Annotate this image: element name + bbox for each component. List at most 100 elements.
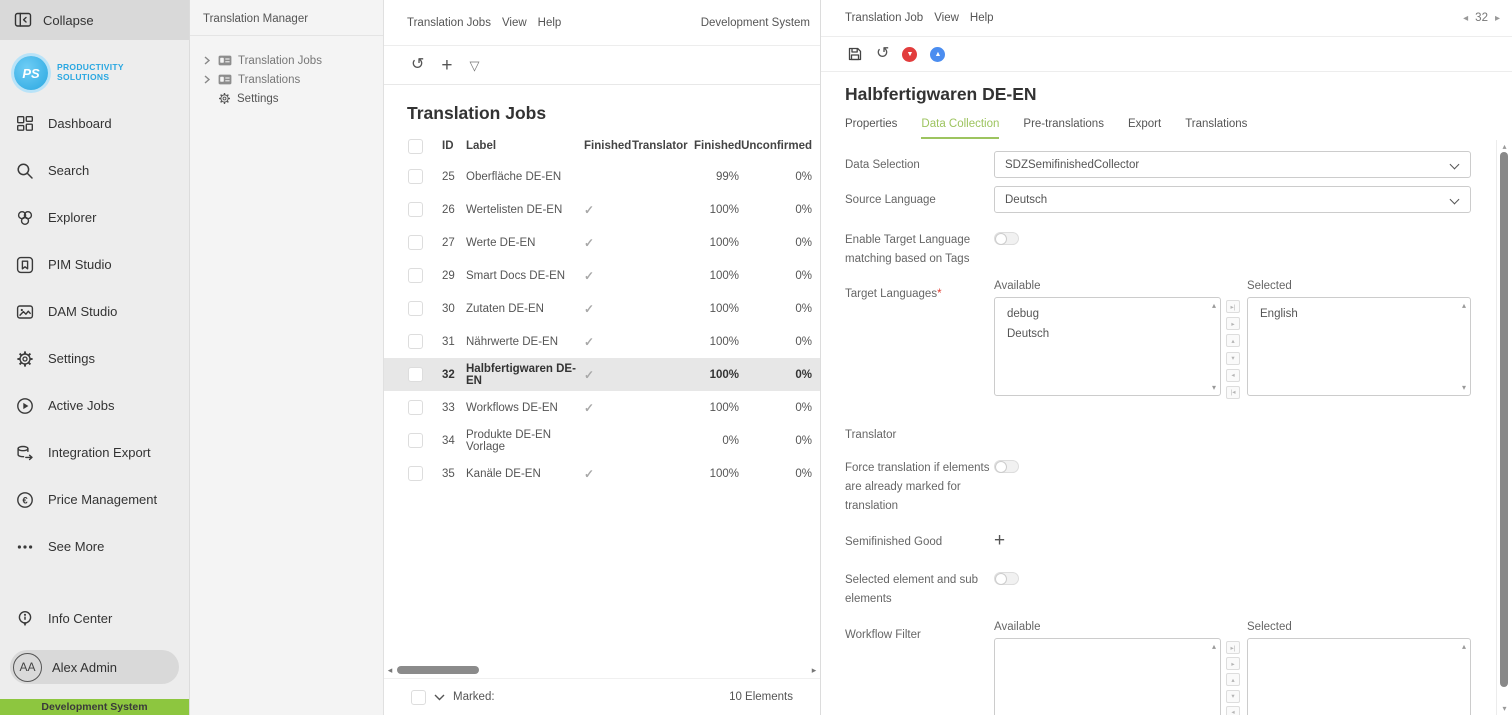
table-row[interactable]: 25 Oberfläche DE-EN ✓ 99% 0% (384, 160, 820, 193)
tree-item-translations[interactable]: Translations (190, 70, 383, 89)
row-checkbox[interactable] (408, 466, 423, 481)
workflow-filter-selected-list[interactable]: ▴ ▾ (1247, 638, 1471, 715)
sidebar-item-search[interactable]: Search (0, 147, 189, 194)
target-languages-available-list[interactable]: ▴ debug Deutsch ▾ (994, 297, 1221, 396)
selected-element-toggle[interactable] (994, 572, 1019, 585)
move-all-right-button[interactable]: ▸| (1226, 641, 1240, 654)
workflow-filter-available-list[interactable]: ▴ ▾ (994, 638, 1221, 715)
scroll-up-icon[interactable]: ▴ (1212, 642, 1216, 651)
upload-blue-icon[interactable]: ▲ (930, 47, 945, 62)
table-row[interactable]: 34 Produkte DE-EN Vorlage ✓ 0% 0% (384, 424, 820, 457)
sidebar-item-explorer[interactable]: Explorer (0, 194, 189, 241)
sidebar-item-dashboard[interactable]: Dashboard (0, 100, 189, 147)
download-red-icon[interactable]: ▼ (902, 47, 917, 62)
sidebar-item-info-center[interactable]: Info Center (0, 595, 189, 642)
row-checkbox[interactable] (408, 400, 423, 415)
menu-help[interactable]: Help (970, 12, 994, 24)
move-left-button[interactable]: ◂ (1226, 706, 1240, 715)
footer-checkbox[interactable] (411, 690, 426, 705)
row-checkbox[interactable] (408, 268, 423, 283)
move-right-button[interactable]: ▸ (1226, 317, 1240, 330)
table-row[interactable]: 33 Workflows DE-EN ✓ 100% 0% (384, 391, 820, 424)
col-label[interactable]: Label (466, 140, 584, 152)
tab-data-collection[interactable]: Data Collection (921, 118, 999, 139)
scroll-down-icon[interactable]: ▾ (1462, 383, 1466, 392)
col-id[interactable]: ID (442, 140, 466, 152)
row-checkbox[interactable] (408, 235, 423, 250)
tab-export[interactable]: Export (1128, 118, 1161, 139)
tree-item-translation-jobs[interactable]: Translation Jobs (190, 51, 383, 70)
data-selection-select[interactable]: SDZSemifinishedCollector (994, 151, 1471, 178)
user-menu[interactable]: AA Alex Admin (10, 650, 179, 684)
pager-prev-icon[interactable]: ◂ (1463, 13, 1468, 24)
pager-next-icon[interactable]: ▸ (1495, 13, 1500, 24)
table-row[interactable]: 35 Kanäle DE-EN ✓ 100% 0% (384, 457, 820, 490)
sidebar-item-pim-studio[interactable]: PIM Studio (0, 241, 189, 288)
tree-item-settings[interactable]: Settings (190, 89, 383, 108)
refresh-icon[interactable]: ↺ (411, 57, 424, 73)
scroll-right-icon[interactable]: ▸ (808, 665, 820, 676)
move-up-button[interactable]: ▴ (1226, 673, 1240, 686)
table-row[interactable]: 32 Halbfertigwaren DE-EN ✓ 100% 0% (384, 358, 820, 391)
scroll-up-icon[interactable]: ▴ (1462, 642, 1466, 651)
chevron-right-icon[interactable] (203, 56, 212, 65)
scroll-down-icon[interactable]: ▾ (1212, 383, 1216, 392)
table-row[interactable]: 31 Nährwerte DE-EN ✓ 100% 0% (384, 325, 820, 358)
list-item[interactable]: debug (1007, 304, 1202, 324)
sidebar-item-dam-studio[interactable]: DAM Studio (0, 288, 189, 335)
move-all-left-button[interactable]: |◂ (1226, 386, 1240, 399)
menu-help[interactable]: Help (538, 17, 562, 29)
scroll-left-icon[interactable]: ◂ (384, 665, 396, 676)
horizontal-scrollbar[interactable]: ◂ ▸ (384, 663, 820, 677)
sidebar-item-see-more[interactable]: See More (0, 523, 189, 570)
move-all-right-button[interactable]: ▸| (1226, 300, 1240, 313)
row-checkbox[interactable] (408, 169, 423, 184)
tab-pre-translations[interactable]: Pre-translations (1023, 118, 1104, 139)
row-checkbox[interactable] (408, 301, 423, 316)
col-finished-pct[interactable]: Finished (694, 140, 739, 152)
tab-translations[interactable]: Translations (1185, 118, 1247, 139)
source-language-select[interactable]: Deutsch (994, 186, 1471, 213)
menu-view[interactable]: View (502, 17, 527, 29)
move-down-button[interactable]: ▾ (1226, 690, 1240, 703)
menu-translation-jobs[interactable]: Translation Jobs (407, 17, 491, 29)
move-down-button[interactable]: ▾ (1226, 352, 1240, 365)
scrollbar-thumb[interactable] (397, 666, 479, 674)
menu-translation-job[interactable]: Translation Job (845, 12, 923, 24)
add-icon[interactable]: + (441, 56, 452, 75)
table-row[interactable]: 29 Smart Docs DE-EN ✓ 100% 0% (384, 259, 820, 292)
refresh-icon[interactable]: ↺ (876, 46, 889, 62)
sidebar-item-active-jobs[interactable]: Active Jobs (0, 382, 189, 429)
scroll-down-icon[interactable]: ▾ (1497, 704, 1512, 713)
collapse-button[interactable]: Collapse (0, 0, 189, 40)
menu-view[interactable]: View (934, 12, 959, 24)
sidebar-item-settings[interactable]: Settings (0, 335, 189, 382)
table-row[interactable]: 27 Werte DE-EN ✓ 100% 0% (384, 226, 820, 259)
row-checkbox[interactable] (408, 334, 423, 349)
sidebar-item-price-management[interactable]: € Price Management (0, 476, 189, 523)
col-translator[interactable]: Translator (632, 140, 694, 152)
list-item[interactable]: Deutsch (1007, 324, 1202, 344)
target-languages-selected-list[interactable]: ▴ English ▾ (1247, 297, 1471, 396)
scrollbar-thumb[interactable] (1500, 152, 1508, 687)
sidebar-item-integration-export[interactable]: Integration Export (0, 429, 189, 476)
move-up-button[interactable]: ▴ (1226, 334, 1240, 347)
list-item[interactable]: English (1260, 304, 1452, 324)
scroll-up-icon[interactable]: ▴ (1212, 301, 1216, 310)
table-row[interactable]: 26 Wertelisten DE-EN ✓ 100% 0% (384, 193, 820, 226)
filter-icon[interactable]: ▽ (470, 59, 480, 72)
vertical-scrollbar[interactable]: ▴ ▾ (1496, 140, 1512, 715)
scroll-up-icon[interactable]: ▴ (1462, 301, 1466, 310)
tab-properties[interactable]: Properties (845, 118, 897, 139)
row-checkbox[interactable] (408, 202, 423, 217)
move-left-button[interactable]: ◂ (1226, 369, 1240, 382)
row-checkbox[interactable] (408, 433, 423, 448)
table-row[interactable]: 30 Zutaten DE-EN ✓ 100% 0% (384, 292, 820, 325)
col-finished-check[interactable]: Finished (584, 140, 632, 152)
move-right-button[interactable]: ▸ (1226, 657, 1240, 670)
add-semifinished-good-icon[interactable]: + (994, 531, 1005, 550)
chevron-down-icon[interactable] (434, 694, 445, 701)
col-unconfirmed[interactable]: Unconfirmed (739, 140, 812, 152)
row-checkbox[interactable] (408, 367, 423, 382)
scroll-up-icon[interactable]: ▴ (1497, 142, 1512, 151)
